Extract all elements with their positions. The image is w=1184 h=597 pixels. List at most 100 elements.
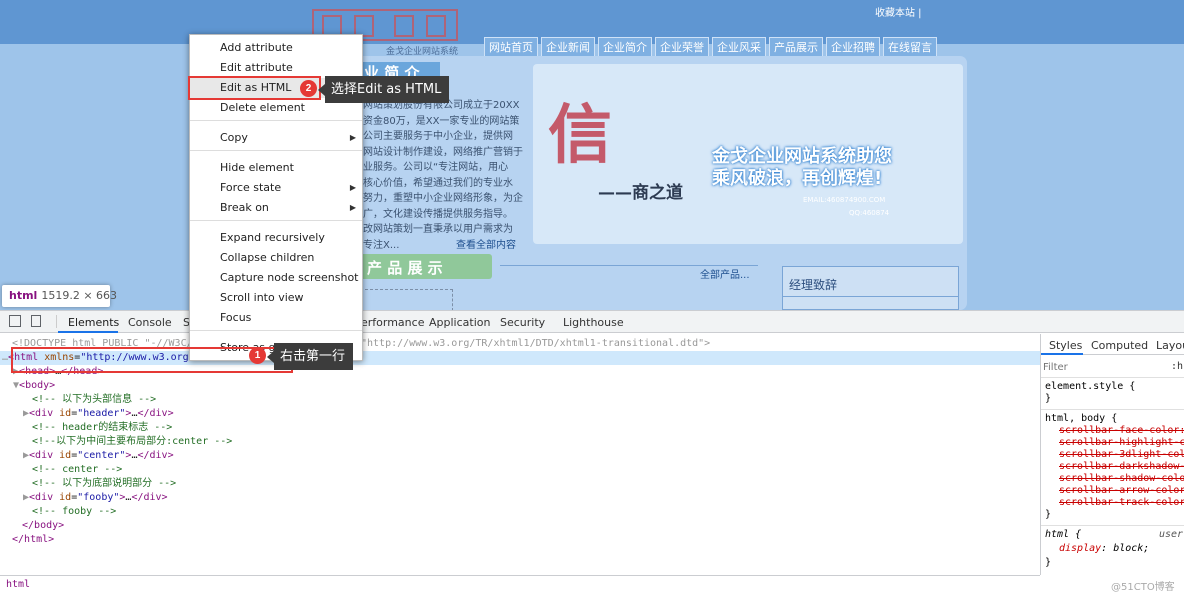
tooltip-dimensions: 1519.2 × 663 — [41, 289, 118, 302]
tab-elements[interactable]: Elements — [68, 316, 119, 329]
dom-comment[interactable]: <!-- header的结束标志 --> — [0, 421, 1040, 435]
intro-line: 核心价值，希望通过我们的专业水 — [363, 177, 513, 189]
dom-comment[interactable]: <!-- center --> — [0, 463, 1040, 477]
website-viewport: 金戈企业网站系统 收藏本站 | 网站首页 企业新闻 企业简介 企业荣誉 企业风采 产品展示… — [0, 0, 1184, 310]
doctype-suffix: "http://www.w3.org/TR/xhtml1/DTD/xhtml1-… — [361, 338, 711, 349]
menu-item-label: Capture node screenshot — [220, 271, 359, 284]
comment-center-layout-text: <!--以下为中间主要布局部分:center --> — [32, 436, 233, 447]
menu-item-capture-node-screenshot[interactable]: Capture node screenshot — [190, 268, 362, 288]
comment-fooby-text: <!-- fooby --> — [32, 506, 117, 517]
intro-line: 广，文化建设传播提供服务指导。 — [363, 208, 513, 220]
comment-footer-text: <!-- 以下为底部说明部分 --> — [32, 478, 177, 489]
hover-state-toggle[interactable]: :h — [1171, 361, 1183, 372]
intro-line: 业服务。公司以“专注网站，用心 — [363, 162, 509, 173]
tab-computed[interactable]: Computed — [1091, 339, 1148, 352]
intro-text: 网站策划股份有限公司成立于20XX 资金80万，是XX一家专业的网站策 公司主要服务… — [363, 98, 523, 253]
banner-qq: QQ:460874 — [849, 209, 890, 217]
styles-filter-input[interactable] — [1043, 359, 1163, 375]
menu-item-scroll-into-view[interactable]: Scroll into view — [190, 288, 362, 308]
menu-item-hide-element[interactable]: Hide element — [190, 158, 362, 178]
dom-line-body[interactable]: ▼<body> — [0, 379, 1040, 393]
breadcrumb-html[interactable]: html — [6, 579, 30, 590]
scrollbar-property[interactable]: scrollbar-highlight-co — [1059, 437, 1184, 449]
tab-layout[interactable]: Layout — [1156, 339, 1184, 352]
menu-item-force-state[interactable]: Force state ▶ — [190, 178, 362, 198]
dom-line-body-close[interactable]: </body> — [0, 519, 1040, 533]
comment-center-text: <!-- center --> — [32, 464, 123, 475]
menu-item-label: Hide element — [220, 161, 294, 174]
products-all-link[interactable]: 全部产品... — [700, 266, 750, 281]
intro-line-text: 专注X... — [363, 239, 400, 251]
product-thumbnail[interactable] — [360, 289, 453, 310]
menu-separator — [190, 120, 362, 121]
rule-close: } — [1045, 393, 1052, 404]
div-center-id: "center" — [77, 450, 126, 461]
menu-item-copy[interactable]: Copy ▶ — [190, 128, 362, 148]
tab-performance[interactable]: erformance — [361, 316, 424, 329]
element-style-rule[interactable]: element.style { — [1045, 381, 1135, 393]
dom-line-html-close[interactable]: </html> — [0, 533, 1040, 547]
banner-slogan: 金戈企业网站系统助您 乘风破浪，再创辉煌! — [712, 146, 892, 190]
html-close-tag: html — [24, 534, 49, 545]
styles-divider — [1041, 409, 1184, 410]
menu-item-add-attribute[interactable]: Add attribute — [190, 38, 362, 58]
menu-item-break-on[interactable]: Break on ▶ — [190, 198, 362, 218]
site-nav-item[interactable]: 企业风采 — [712, 37, 766, 57]
step-2-badge: 2 — [300, 80, 317, 97]
menu-separator — [190, 330, 362, 331]
screenshot-root: 金戈企业网站系统 收藏本站 | 网站首页 企业新闻 企业简介 企业荣誉 企业风采 产品展示… — [0, 0, 1184, 597]
menu-item-collapse-children[interactable]: Collapse children — [190, 248, 362, 268]
tooltip-tag: html — [9, 289, 38, 302]
dom-comment[interactable]: <!--以下为中间主要布局部分:center --> — [0, 435, 1040, 449]
site-nav-item[interactable]: 企业简介 — [598, 37, 652, 57]
device-toolbar-icon[interactable] — [31, 315, 41, 327]
intro-line: 公司主要服务于中小企业，提供网 — [363, 131, 513, 142]
dom-comment[interactable]: <!-- fooby --> — [0, 505, 1040, 519]
tab-application[interactable]: Application — [429, 316, 490, 329]
tab-console[interactable]: Console — [128, 316, 172, 329]
submenu-arrow-icon: ▶ — [349, 133, 356, 142]
tab-lighthouse[interactable]: Lighthouse — [563, 316, 624, 329]
site-nav-item[interactable]: 在线留言 — [883, 37, 937, 57]
scrollbar-property[interactable]: scrollbar-3dlight-colo — [1059, 449, 1184, 461]
active-tab-indicator — [58, 331, 118, 333]
body-tag: body — [25, 380, 50, 391]
tabbar-divider — [56, 315, 57, 328]
menu-item-focus[interactable]: Focus — [190, 308, 362, 328]
dom-comment[interactable]: <!-- 以下为头部信息 --> — [0, 393, 1040, 407]
tab-security[interactable]: Security — [500, 316, 545, 329]
menu-item-label: Edit attribute — [220, 61, 293, 74]
site-nav-item[interactable]: 企业荣誉 — [655, 37, 709, 57]
display-property: display — [1059, 543, 1102, 554]
scrollbar-property[interactable]: scrollbar-face-color: — [1059, 425, 1184, 437]
banner-subtitle: ——商之道 — [598, 183, 683, 203]
watermark: @51CTO博客 — [1111, 582, 1175, 593]
dom-comment[interactable]: <!-- 以下为底部说明部分 --> — [0, 477, 1040, 491]
menu-item-label: Focus — [220, 311, 252, 324]
dom-line-div-fooby[interactable]: ▶<div id="fooby">…</div> — [0, 491, 1040, 505]
favorites-link[interactable]: 收藏本站 | — [875, 4, 922, 19]
site-nav: 网站首页 企业新闻 企业简介 企业荣誉 企业风采 产品展示 企业招聘 在线留言 — [484, 37, 937, 57]
menu-item-edit-attribute[interactable]: Edit attribute — [190, 58, 362, 78]
tab-styles[interactable]: Styles — [1049, 339, 1082, 352]
scrollbar-property[interactable]: scrollbar-track-color: — [1059, 497, 1184, 509]
html-body-selector[interactable]: html, body { — [1045, 413, 1117, 425]
submenu-arrow-icon: ▶ — [349, 183, 356, 192]
rule-close: } — [1045, 557, 1052, 568]
site-nav-item[interactable]: 产品展示 — [769, 37, 823, 57]
site-nav-item[interactable]: 企业招聘 — [826, 37, 880, 57]
dom-line-div-center[interactable]: ▶<div id="center">…</div> — [0, 449, 1040, 463]
site-nav-item[interactable]: 企业新闻 — [541, 37, 595, 57]
site-nav-item[interactable]: 网站首页 — [484, 37, 538, 57]
manager-heading: 经理致辞 — [783, 267, 958, 297]
menu-item-expand-recursively[interactable]: Expand recursively — [190, 228, 362, 248]
inspect-element-icon[interactable] — [9, 315, 21, 327]
html-selector[interactable]: html { — [1045, 529, 1081, 541]
intro-more-link[interactable]: 查看全部内容 — [456, 238, 516, 254]
styles-sidebar: Styles Computed Layout :h element.style … — [1040, 334, 1184, 575]
scrollbar-property[interactable]: scrollbar-darkshadow-c — [1059, 461, 1184, 473]
scrollbar-property[interactable]: scrollbar-shadow-color — [1059, 473, 1184, 485]
body-close-tag: body — [34, 520, 59, 531]
dom-line-div-header[interactable]: ▶<div id="header">…</div> — [0, 407, 1040, 421]
scrollbar-property[interactable]: scrollbar-arrow-color: — [1059, 485, 1184, 497]
